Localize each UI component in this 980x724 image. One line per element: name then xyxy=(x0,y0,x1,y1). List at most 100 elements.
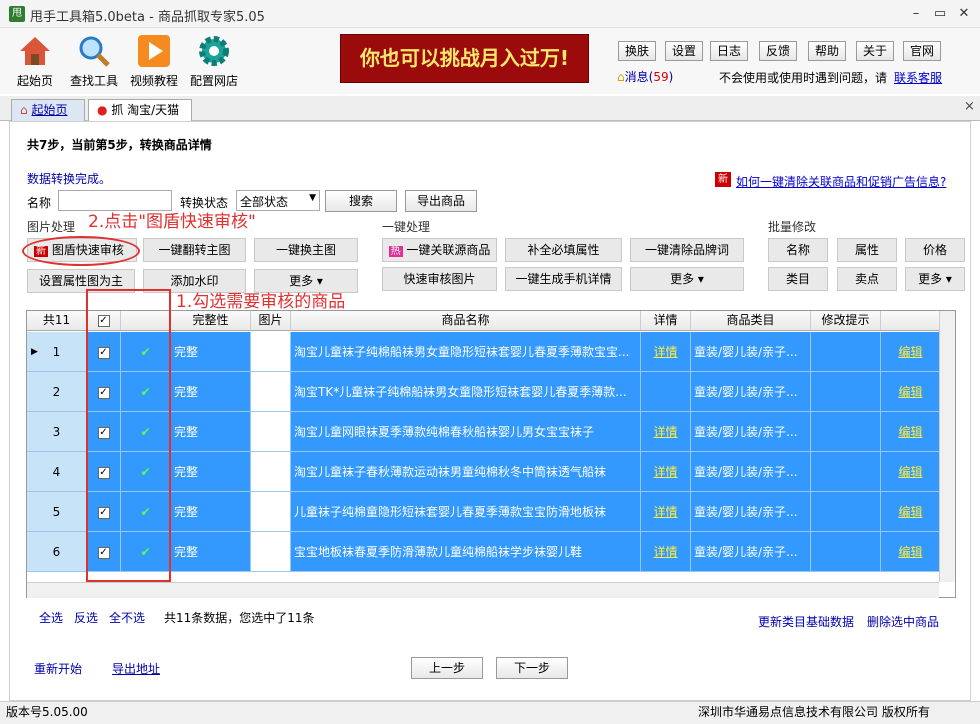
edit-link[interactable]: 编辑 xyxy=(881,372,941,412)
category-cell: 童装/婴儿装/亲子... xyxy=(691,452,811,492)
completeness-cell: 完整 xyxy=(171,412,251,452)
toolbar-home-button[interactable]: 起始页 xyxy=(7,32,63,92)
select-all-link[interactable]: 全选 xyxy=(39,609,63,626)
clear-brand-button[interactable]: 一键清除品牌词 xyxy=(630,238,744,262)
row-number: ▶ 1 xyxy=(27,332,87,372)
close-tab-icon[interactable]: × xyxy=(964,99,975,114)
messages-label: 消息( xyxy=(624,70,654,84)
clear-related-info-link[interactable]: 如何一键清除关联商品和促销广告信息? xyxy=(736,173,946,190)
app-icon: 甩 xyxy=(9,6,25,22)
about-button[interactable]: 关于 xyxy=(856,41,894,61)
batch-category-button[interactable]: 类目 xyxy=(768,267,828,291)
settings-button[interactable]: 设置 xyxy=(665,41,703,61)
detail-link[interactable]: 详情 xyxy=(641,492,691,532)
category-header[interactable]: 商品类目 xyxy=(691,311,811,331)
vertical-scrollbar[interactable] xyxy=(939,311,955,582)
product-name-cell: 淘宝儿童袜子春秋薄款运动袜男童纯棉秋冬中筒袜透气船袜 xyxy=(291,452,641,492)
taobao-icon: ● xyxy=(97,103,108,117)
product-thumbnail[interactable] xyxy=(251,492,291,532)
export-goods-button[interactable]: 导出商品 xyxy=(405,190,477,212)
next-step-button[interactable]: 下一步 xyxy=(496,657,568,679)
house-icon xyxy=(18,34,52,68)
product-thumbnail[interactable] xyxy=(251,332,291,372)
completeness-cell: 完整 xyxy=(171,452,251,492)
website-button[interactable]: 官网 xyxy=(903,41,941,61)
batch-more-button[interactable]: 更多 ▾ xyxy=(905,267,965,291)
detail-link[interactable]: 详情 xyxy=(641,332,691,372)
product-thumbnail[interactable] xyxy=(251,412,291,452)
edit-link[interactable]: 编辑 xyxy=(881,412,941,452)
row-number: 2 xyxy=(27,372,87,412)
messages-link[interactable]: ⌂消息(59) xyxy=(617,68,673,85)
completeness-cell: 完整 xyxy=(171,532,251,572)
row-number: 4 xyxy=(27,452,87,492)
annotation-ellipse xyxy=(22,236,140,266)
flip-main-image-button[interactable]: 一键翻转主图 xyxy=(143,238,246,262)
invert-selection-link[interactable]: 反选 xyxy=(74,609,98,626)
product-thumbnail[interactable] xyxy=(251,532,291,572)
house-icon: ⌂ xyxy=(20,103,28,117)
detail-link[interactable] xyxy=(641,372,691,412)
batch-attribute-button[interactable]: 属性 xyxy=(837,238,897,262)
batch-price-button[interactable]: 价格 xyxy=(905,238,965,262)
export-address-link[interactable]: 导出地址 xyxy=(112,660,160,677)
product-name-cell: 儿童袜子纯棉童隐形短袜套婴儿春夏季薄款宝宝防滑地板袜 xyxy=(291,492,641,532)
select-none-link[interactable]: 全不选 xyxy=(109,609,145,626)
toolbar-config-label: 配置网店 xyxy=(189,74,238,88)
relate-source-button[interactable]: 热 一键关联源商品 xyxy=(382,238,497,262)
edit-hint-cell xyxy=(811,412,881,452)
magnifier-icon xyxy=(77,34,111,68)
messages-close-paren: ) xyxy=(668,70,674,84)
row-number: 5 xyxy=(27,492,87,532)
category-cell: 童装/婴儿装/亲子... xyxy=(691,332,811,372)
help-button[interactable]: 帮助 xyxy=(808,41,846,61)
previous-step-button[interactable]: 上一步 xyxy=(411,657,483,679)
log-button[interactable]: 日志 xyxy=(710,41,748,61)
edit-hint-cell xyxy=(811,332,881,372)
update-category-data-link[interactable]: 更新类目基础数据 xyxy=(758,613,854,630)
minimize-button[interactable]: – xyxy=(906,5,926,23)
maximize-button[interactable]: ▭ xyxy=(930,5,950,23)
tab-taobao[interactable]: ● 抓 淘宝/天猫 xyxy=(88,99,192,121)
batch-name-button[interactable]: 名称 xyxy=(768,238,828,262)
batch-selling-point-button[interactable]: 卖点 xyxy=(837,267,897,291)
edit-link[interactable]: 编辑 xyxy=(881,452,941,492)
delete-selected-link[interactable]: 删除选中商品 xyxy=(867,613,939,630)
one-click-more-button[interactable]: 更多 ▾ xyxy=(630,267,744,291)
close-button[interactable]: ✕ xyxy=(954,5,974,23)
product-thumbnail[interactable] xyxy=(251,372,291,412)
product-name-header[interactable]: 商品名称 xyxy=(291,311,641,331)
edit-link[interactable]: 编辑 xyxy=(881,532,941,572)
horizontal-scrollbar[interactable] xyxy=(27,582,939,598)
contact-support-link[interactable]: 联系客服 xyxy=(894,69,942,86)
edit-link[interactable]: 编辑 xyxy=(881,332,941,372)
quick-review-images-button[interactable]: 快速审核图片 xyxy=(382,267,497,291)
one-click-more-label: 更多 xyxy=(670,272,695,286)
window-title: 甩手工具箱5.0beta - 商品抓取专家5.05 xyxy=(30,10,265,25)
detail-link[interactable]: 详情 xyxy=(641,452,691,492)
toolbar-config-button[interactable]: 配置网店 xyxy=(186,32,242,92)
tab-home-label: 起始页 xyxy=(31,103,68,117)
edit-link[interactable]: 编辑 xyxy=(881,492,941,532)
edit-hint-header[interactable]: 修改提示 xyxy=(811,311,881,331)
fill-required-button[interactable]: 补全必填属性 xyxy=(505,238,622,262)
generate-mobile-detail-button[interactable]: 一键生成手机详情 xyxy=(505,267,622,291)
product-thumbnail[interactable] xyxy=(251,452,291,492)
image-header[interactable]: 图片 xyxy=(251,311,291,331)
search-button[interactable]: 搜索 xyxy=(325,190,397,212)
tab-home[interactable]: ⌂ 起始页 xyxy=(11,99,85,121)
edit-hint-cell xyxy=(811,532,881,572)
feedback-button[interactable]: 反馈 xyxy=(759,41,797,61)
toolbar-find-tool-button[interactable]: 查找工具 xyxy=(66,32,122,92)
selection-summary: 共11条数据，您选中了11条 xyxy=(164,611,315,625)
toolbar-video-button[interactable]: 视频教程 xyxy=(126,32,182,92)
detail-header[interactable]: 详情 xyxy=(641,311,691,331)
detail-link[interactable]: 详情 xyxy=(641,412,691,452)
skin-button[interactable]: 换肤 xyxy=(618,41,656,61)
conversion-status: 数据转换完成。 xyxy=(27,172,112,186)
promo-banner[interactable]: 你也可以挑战月入过万! xyxy=(340,34,589,83)
detail-link[interactable]: 详情 xyxy=(641,532,691,572)
restart-link[interactable]: 重新开始 xyxy=(34,660,82,677)
replace-main-image-button[interactable]: 一键换主图 xyxy=(254,238,358,262)
completeness-header[interactable]: 完整性 xyxy=(171,311,251,331)
